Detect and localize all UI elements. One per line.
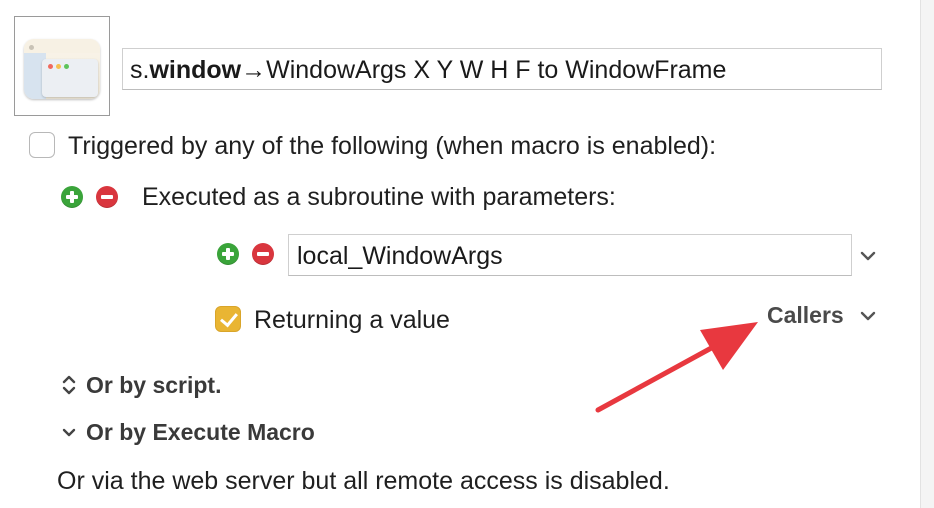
- macro-name-rest: →WindowArgs X Y W H F to WindowFrame: [241, 56, 727, 84]
- callers-chevron-down-icon[interactable]: [860, 310, 876, 322]
- macro-name-field[interactable]: s.window→WindowArgs X Y W H F to WindowF…: [122, 48, 882, 90]
- returning-value-label: Returning a value: [254, 306, 450, 334]
- add-trigger-button[interactable]: [61, 186, 83, 208]
- parameter-field[interactable]: local_WindowArgs: [288, 234, 852, 276]
- callers-label: Callers: [767, 302, 844, 328]
- scroll-gutter: [920, 0, 934, 508]
- by-script-section[interactable]: Or by script.: [86, 372, 221, 399]
- add-parameter-button[interactable]: [217, 243, 239, 265]
- returning-value-checkbox[interactable]: [215, 306, 241, 332]
- by-execute-macro-section[interactable]: Or by Execute Macro: [86, 419, 315, 446]
- annotation-arrow: [595, 322, 758, 413]
- macro-name-bold: window: [149, 56, 242, 84]
- callers-button[interactable]: Callers: [767, 302, 844, 329]
- macro-name-prefix: s.: [130, 56, 150, 84]
- triggered-label: Triggered by any of the following (when …: [68, 132, 717, 160]
- parameter-dropdown-chevron-icon[interactable]: [860, 250, 876, 262]
- remove-parameter-button[interactable]: [252, 243, 274, 265]
- minus-icon: [101, 195, 113, 199]
- web-server-note: Or via the web server but all remote acc…: [57, 467, 670, 495]
- expand-collapse-icon[interactable]: [61, 374, 77, 396]
- remove-trigger-button[interactable]: [96, 186, 118, 208]
- macro-app-icon: [24, 39, 100, 99]
- minus-icon: [257, 252, 269, 256]
- chevron-down-icon[interactable]: [62, 427, 76, 439]
- subroutine-label: Executed as a subroutine with parameters…: [142, 183, 616, 211]
- macro-icon-well[interactable]: [14, 16, 110, 116]
- triggered-checkbox[interactable]: [29, 132, 55, 158]
